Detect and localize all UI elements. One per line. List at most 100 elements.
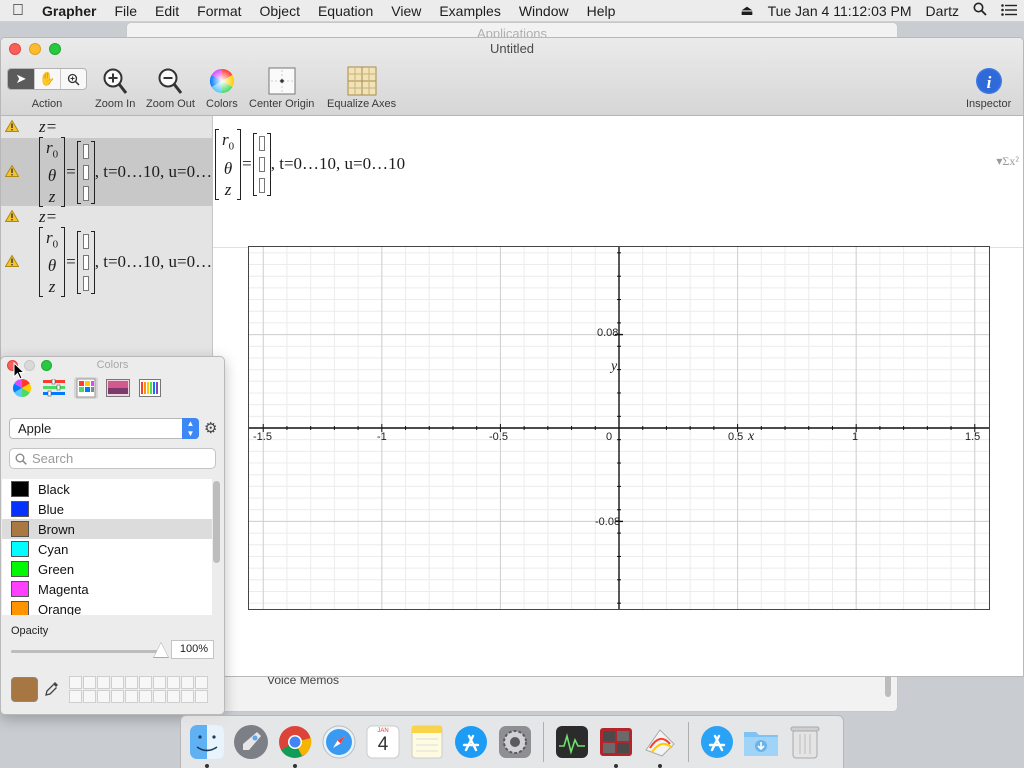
- menu-window[interactable]: Window: [510, 3, 578, 19]
- eject-icon[interactable]: ⏏: [733, 2, 760, 19]
- color-list-item[interactable]: Cyan: [2, 539, 212, 559]
- menu-examples[interactable]: Examples: [430, 3, 509, 19]
- color-list-item[interactable]: Black: [2, 479, 212, 499]
- menu-view[interactable]: View: [382, 3, 430, 19]
- hand-tool-icon[interactable]: ✋: [34, 69, 60, 89]
- menu-user[interactable]: Dartz: [919, 3, 966, 19]
- safari-icon[interactable]: [319, 722, 359, 762]
- current-color-well[interactable]: [11, 677, 38, 702]
- matrix-entry: r0: [46, 227, 59, 251]
- equalize-axes-label: Equalize Axes: [327, 98, 397, 110]
- mouse-cursor-icon: [13, 362, 25, 380]
- color-list[interactable]: Black Blue Brown Cyan Green Magenta Oran…: [2, 479, 212, 615]
- spotlight-icon[interactable]: [966, 2, 994, 19]
- image-palettes-tab-icon[interactable]: [106, 377, 130, 399]
- zoom-out-label: Zoom Out: [146, 98, 195, 110]
- search-placeholder: Search: [32, 451, 74, 466]
- photo-booth-icon[interactable]: [596, 722, 636, 768]
- center-origin-button[interactable]: Center Origin: [249, 64, 314, 110]
- equation-row[interactable]: z=: [1, 206, 213, 228]
- opacity-slider-thumb[interactable]: [154, 643, 168, 657]
- zoom-in-button[interactable]: Zoom In: [95, 64, 135, 110]
- x-tick-label: -1: [377, 431, 387, 443]
- color-wheel-icon: [209, 64, 235, 98]
- vector-matrix: r0 θ z: [39, 136, 66, 208]
- menu-file[interactable]: File: [105, 3, 146, 19]
- equation-row[interactable]: r0 θ z = , t=0…10, u=0…: [1, 226, 213, 298]
- trash-icon[interactable]: [785, 722, 825, 762]
- color-search-field[interactable]: Search: [9, 448, 216, 469]
- y-tick-label: -0.08: [595, 516, 621, 528]
- x-axis-label: x: [748, 429, 755, 444]
- menu-equation[interactable]: Equation: [309, 3, 382, 19]
- center-origin-icon: [268, 64, 296, 98]
- menu-clock[interactable]: Tue Jan 4 11:12:03 PM: [761, 3, 919, 19]
- opacity-slider[interactable]: [11, 642, 169, 658]
- equation-row-selected[interactable]: r0 θ z = , t=0…10, u=0…: [1, 136, 213, 208]
- matrix-entry: z: [48, 277, 56, 297]
- chrome-icon[interactable]: [275, 722, 315, 768]
- color-list-item-selected[interactable]: Brown: [2, 519, 212, 539]
- zoom-tool-icon[interactable]: [60, 69, 86, 89]
- menu-object[interactable]: Object: [251, 3, 309, 19]
- equation-palette-icon[interactable]: ▾Σx²: [996, 154, 1019, 169]
- color-list-item[interactable]: Magenta: [2, 579, 212, 599]
- color-wheel-tab-icon[interactable]: [10, 377, 34, 399]
- window-title: Untitled: [489, 41, 535, 56]
- grapher-icon[interactable]: [640, 722, 680, 768]
- color-sliders-tab-icon[interactable]: [42, 377, 66, 399]
- notification-center-icon[interactable]: [994, 3, 1024, 19]
- palette-popup[interactable]: Apple ▲ ▼: [9, 418, 199, 439]
- opacity-field[interactable]: 100%: [171, 640, 214, 659]
- pointer-tool-icon[interactable]: ➤: [8, 69, 34, 89]
- vector-matrix: r0 θ z: [39, 226, 66, 298]
- color-list-item[interactable]: Green: [2, 559, 212, 579]
- app-store-alt-icon[interactable]: [697, 722, 737, 762]
- color-list-item[interactable]: Orange: [2, 599, 212, 615]
- chevron-updown-icon: ▲ ▼: [182, 418, 199, 439]
- colors-panel: Colors Apple ▲ ▼ ⚙ Search Black Blue Bro…: [0, 356, 225, 715]
- zoom-out-button[interactable]: Zoom Out: [146, 64, 195, 110]
- color-name: Brown: [38, 521, 75, 537]
- equation-params: , t=0…10, u=0…: [94, 162, 213, 181]
- equalize-axes-icon: [347, 64, 377, 98]
- y-axis-label: y: [611, 359, 618, 374]
- menu-edit[interactable]: Edit: [146, 3, 188, 19]
- menu-help[interactable]: Help: [578, 3, 625, 19]
- color-name: Green: [38, 561, 75, 577]
- saved-color-wells[interactable]: [69, 676, 208, 703]
- app-store-icon[interactable]: [451, 722, 491, 762]
- gear-icon[interactable]: ⚙: [204, 419, 217, 437]
- finder-icon[interactable]: [187, 722, 227, 768]
- x-tick-label: 1.5: [965, 431, 981, 443]
- color-name: Black: [38, 481, 70, 497]
- calendar-day: 4: [377, 734, 389, 755]
- dock-separator: [688, 722, 689, 762]
- colors-button[interactable]: Colors: [206, 64, 238, 110]
- system-preferences-icon[interactable]: [495, 722, 535, 762]
- equation-params: , t=0…10, u=0…: [94, 252, 213, 271]
- equalize-axes-button[interactable]: Equalize Axes: [327, 64, 396, 110]
- crayons-tab-icon[interactable]: [138, 377, 162, 399]
- color-list-scrollbar[interactable]: [213, 481, 220, 563]
- color-palettes-tab-icon[interactable]: [74, 377, 98, 399]
- color-swatch: [11, 501, 29, 517]
- graph-plot[interactable]: -1.5 -1 -0.5 0 0.5 1 1.5 0.08 -0.08 x y: [248, 246, 990, 610]
- matrix-entry: r0: [222, 130, 235, 153]
- launchpad-icon[interactable]: [231, 722, 271, 762]
- inspector-button[interactable]: i Inspector: [966, 64, 1011, 110]
- x-tick-label: -1.5: [253, 431, 272, 443]
- eyedropper-icon[interactable]: [45, 681, 59, 700]
- empty-matrix[interactable]: [252, 132, 271, 196]
- equation-editor[interactable]: r0 θ z = , t=0…10, u=0…10 ▾Σx²: [213, 116, 1023, 248]
- activity-monitor-icon[interactable]: [552, 722, 592, 762]
- apple-menu-icon[interactable]: : [0, 2, 36, 20]
- notes-icon[interactable]: [407, 722, 447, 762]
- empty-matrix: [76, 230, 95, 294]
- calendar-icon[interactable]: JAN 4: [363, 722, 403, 762]
- downloads-folder-icon[interactable]: [741, 722, 781, 762]
- equation-row[interactable]: z=: [1, 116, 213, 138]
- color-list-item[interactable]: Blue: [2, 499, 212, 519]
- menu-app-name[interactable]: Grapher: [36, 3, 105, 19]
- menu-format[interactable]: Format: [188, 3, 250, 19]
